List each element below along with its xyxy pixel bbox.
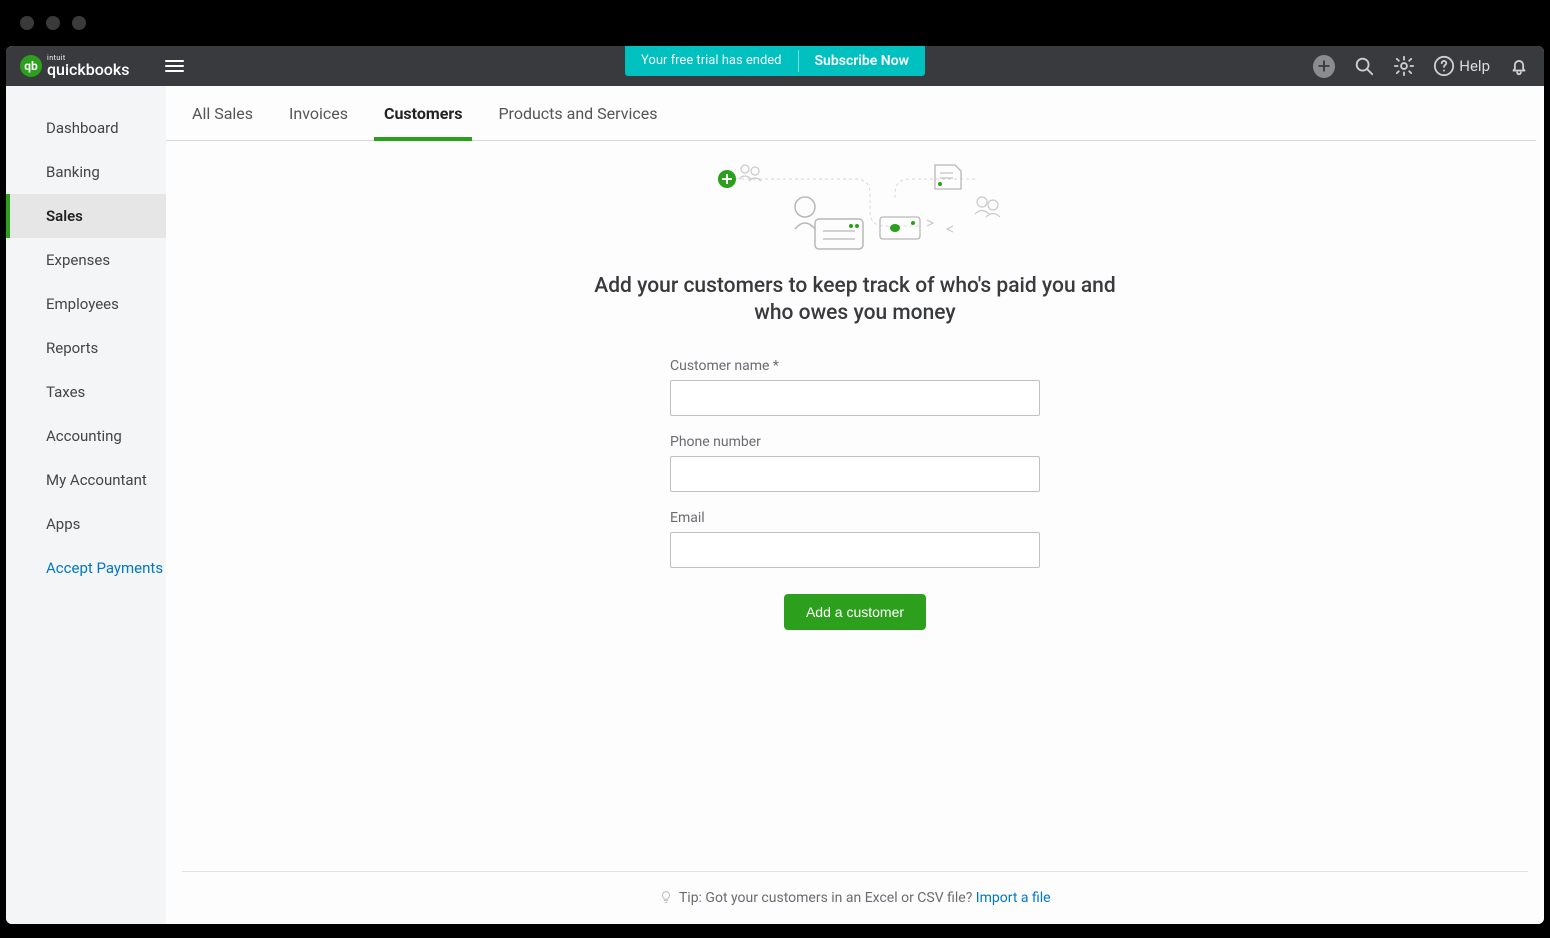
- sidebar-item-reports[interactable]: Reports: [6, 326, 166, 370]
- footer-tip: Tip: Got your customers in an Excel or C…: [182, 871, 1528, 924]
- sidebar-item-employees[interactable]: Employees: [6, 282, 166, 326]
- tabbar: All Sales Invoices Customers Products an…: [166, 86, 1536, 141]
- email-label: Email: [670, 510, 1040, 526]
- sidebar-item-label: Accounting: [46, 427, 122, 445]
- create-new-button[interactable]: [1313, 55, 1335, 77]
- lightbulb-icon: [659, 890, 676, 906]
- sidebar-item-my-accountant[interactable]: My Accountant: [6, 458, 166, 502]
- sidebar-item-label: My Accountant: [46, 471, 147, 489]
- footer-tip-text: Tip: Got your customers in an Excel or C…: [679, 890, 976, 906]
- window-close[interactable]: [20, 16, 34, 30]
- settings-button[interactable]: [1393, 55, 1415, 77]
- notifications-button[interactable]: [1508, 55, 1530, 77]
- app-header: qb intuit quickbooks Your free trial has…: [6, 46, 1544, 86]
- customer-name-label: Customer name *: [670, 358, 1040, 374]
- tab-all-sales[interactable]: All Sales: [192, 86, 253, 140]
- page-title: Add your customers to keep track of who'…: [575, 273, 1135, 328]
- tab-customers[interactable]: Customers: [384, 86, 462, 140]
- sidebar-item-apps[interactable]: Apps: [6, 502, 166, 546]
- sidebar-item-banking[interactable]: Banking: [6, 150, 166, 194]
- gear-icon: [1393, 55, 1415, 77]
- search-icon: [1353, 55, 1375, 77]
- app-body: Dashboard Banking Sales Expenses Employe…: [6, 86, 1544, 924]
- logo-mark-icon: qb: [20, 55, 42, 77]
- app-shell: qb intuit quickbooks Your free trial has…: [6, 46, 1544, 924]
- help-icon: [1433, 55, 1455, 77]
- tab-label: Customers: [384, 104, 462, 123]
- phone-label: Phone number: [670, 434, 1040, 450]
- tab-invoices[interactable]: Invoices: [289, 86, 348, 140]
- bell-icon: [1508, 55, 1530, 77]
- header-actions: Help: [1313, 55, 1530, 77]
- sidebar-item-label: Taxes: [46, 383, 85, 401]
- sidebar-item-label: Expenses: [46, 251, 110, 269]
- phone-input[interactable]: [670, 456, 1040, 492]
- window-zoom[interactable]: [72, 16, 86, 30]
- add-customer-form: Customer name * Phone number Email Add a…: [670, 358, 1040, 630]
- sidebar-item-label: Reports: [46, 339, 98, 357]
- subscribe-now-button[interactable]: Subscribe Now: [799, 53, 925, 69]
- logo[interactable]: qb intuit quickbooks: [20, 55, 129, 78]
- sidebar-item-label: Banking: [46, 163, 100, 181]
- sidebar-item-label: Employees: [46, 295, 119, 313]
- logo-product-text: quickbooks: [47, 62, 129, 78]
- main-area: All Sales Invoices Customers Products an…: [166, 86, 1544, 924]
- content: Add your customers to keep track of who'…: [166, 141, 1544, 871]
- tab-products-services[interactable]: Products and Services: [498, 86, 657, 140]
- sidebar-item-accounting[interactable]: Accounting: [6, 414, 166, 458]
- logo-text: intuit quickbooks: [47, 55, 129, 78]
- sidebar-item-expenses[interactable]: Expenses: [6, 238, 166, 282]
- plus-icon: [1313, 55, 1335, 78]
- sidebar-item-accept-payments[interactable]: Accept Payments: [6, 546, 166, 590]
- window-minimize[interactable]: [46, 16, 60, 30]
- sidebar-item-sales[interactable]: Sales: [6, 194, 166, 238]
- sidebar-item-taxes[interactable]: Taxes: [6, 370, 166, 414]
- trial-ended-text: Your free trial has ended: [625, 50, 799, 72]
- tab-label: All Sales: [192, 104, 253, 123]
- help-button[interactable]: Help: [1433, 55, 1490, 77]
- sidebar: Dashboard Banking Sales Expenses Employe…: [6, 86, 166, 924]
- search-button[interactable]: [1353, 55, 1375, 77]
- email-input[interactable]: [670, 532, 1040, 568]
- customer-name-input[interactable]: [670, 380, 1040, 416]
- sidebar-item-label: Dashboard: [46, 119, 119, 137]
- window-titlebar: [0, 0, 1550, 46]
- customers-illustration: [695, 159, 1015, 255]
- tab-label: Invoices: [289, 104, 348, 123]
- sidebar-item-label: Accept Payments: [46, 559, 163, 577]
- trial-banner: Your free trial has ended Subscribe Now: [625, 46, 925, 76]
- menu-toggle-icon[interactable]: [165, 60, 184, 73]
- sidebar-item-dashboard[interactable]: Dashboard: [6, 106, 166, 150]
- sidebar-item-label: Sales: [46, 207, 83, 225]
- tab-label: Products and Services: [498, 104, 657, 123]
- help-label: Help: [1459, 57, 1490, 75]
- add-customer-button[interactable]: Add a customer: [784, 594, 926, 630]
- import-file-link[interactable]: Import a file: [976, 890, 1051, 906]
- sidebar-item-label: Apps: [46, 515, 80, 533]
